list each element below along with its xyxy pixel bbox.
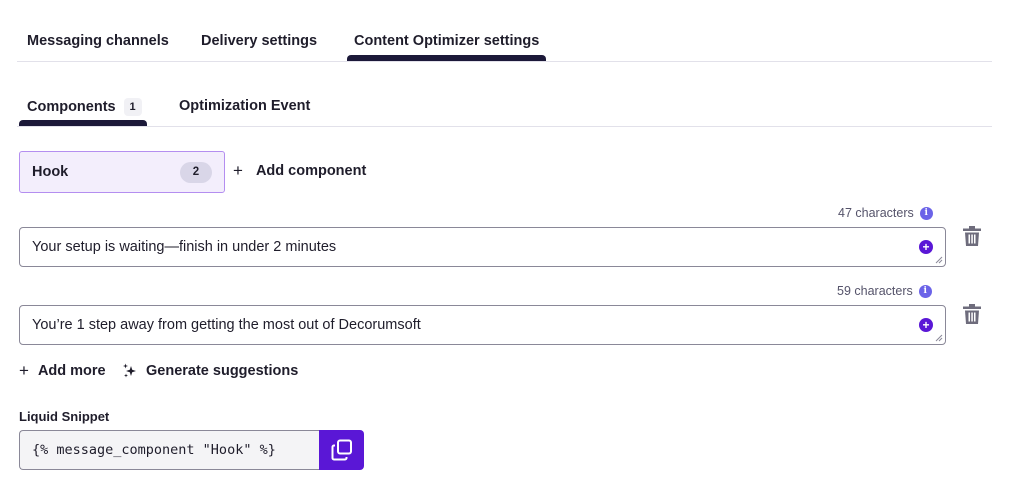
sub-tab-bar: Components 1 Optimization Event — [17, 62, 992, 127]
liquid-snippet-field[interactable]: {% message_component "Hook" %} — [19, 430, 320, 470]
insert-personalization-icon[interactable]: + — [919, 318, 933, 332]
resize-grip-icon[interactable] — [935, 256, 943, 264]
plus-icon: + — [19, 361, 29, 380]
variant-text-value: Your setup is waiting—finish in under 2 … — [32, 239, 337, 255]
components-count-badge: 1 — [123, 98, 142, 116]
variant-text-field[interactable]: You’re 1 step away from getting the most… — [19, 305, 946, 345]
tab-content-optimizer-settings[interactable]: Content Optimizer settings — [354, 33, 539, 49]
character-count-text: 59 characters — [837, 284, 913, 298]
tab-optimization-event[interactable]: Optimization Event — [179, 98, 310, 114]
component-chip-label: Hook — [32, 164, 69, 180]
add-component-button[interactable]: + Add component — [233, 161, 367, 180]
liquid-snippet-code: {% message_component "Hook" %} — [32, 442, 276, 458]
active-subtab-indicator — [19, 120, 147, 126]
sparkle-icon — [123, 363, 136, 378]
top-tab-bar: Messaging channels Delivery settings Con… — [17, 0, 992, 62]
add-more-label: Add more — [37, 363, 106, 379]
tab-components[interactable]: Components 1 — [27, 98, 142, 116]
component-chip-hook[interactable]: Hook 2 — [19, 151, 225, 193]
character-count-text: 47 characters — [838, 206, 914, 220]
copy-snippet-button[interactable] — [319, 430, 364, 470]
variant-text-field[interactable]: Your setup is waiting—finish in under 2 … — [19, 227, 946, 267]
tab-components-label: Components — [27, 99, 116, 115]
info-icon[interactable]: i — [918, 284, 932, 298]
add-more-button[interactable]: + Add more — [19, 361, 106, 380]
insert-personalization-icon[interactable]: + — [919, 240, 933, 254]
plus-icon: + — [233, 161, 243, 180]
add-component-label: Add component — [255, 163, 367, 179]
liquid-snippet-label: Liquid Snippet — [19, 409, 110, 424]
tab-messaging-channels[interactable]: Messaging channels — [27, 33, 169, 49]
active-tab-indicator — [347, 55, 546, 61]
copy-icon — [331, 439, 352, 461]
component-variant-count-badge: 2 — [180, 162, 212, 183]
character-count: 59 characters i — [837, 284, 932, 298]
variant-text-value: You’re 1 step away from getting the most… — [32, 317, 421, 333]
resize-grip-icon[interactable] — [935, 334, 943, 342]
trash-icon[interactable] — [963, 303, 981, 325]
generate-suggestions-label: Generate suggestions — [146, 363, 299, 379]
character-count: 47 characters i — [838, 206, 933, 220]
tab-delivery-settings[interactable]: Delivery settings — [201, 33, 317, 49]
info-icon[interactable]: i — [919, 206, 933, 220]
generate-suggestions-button[interactable]: Generate suggestions — [122, 363, 298, 379]
trash-icon[interactable] — [963, 225, 981, 247]
